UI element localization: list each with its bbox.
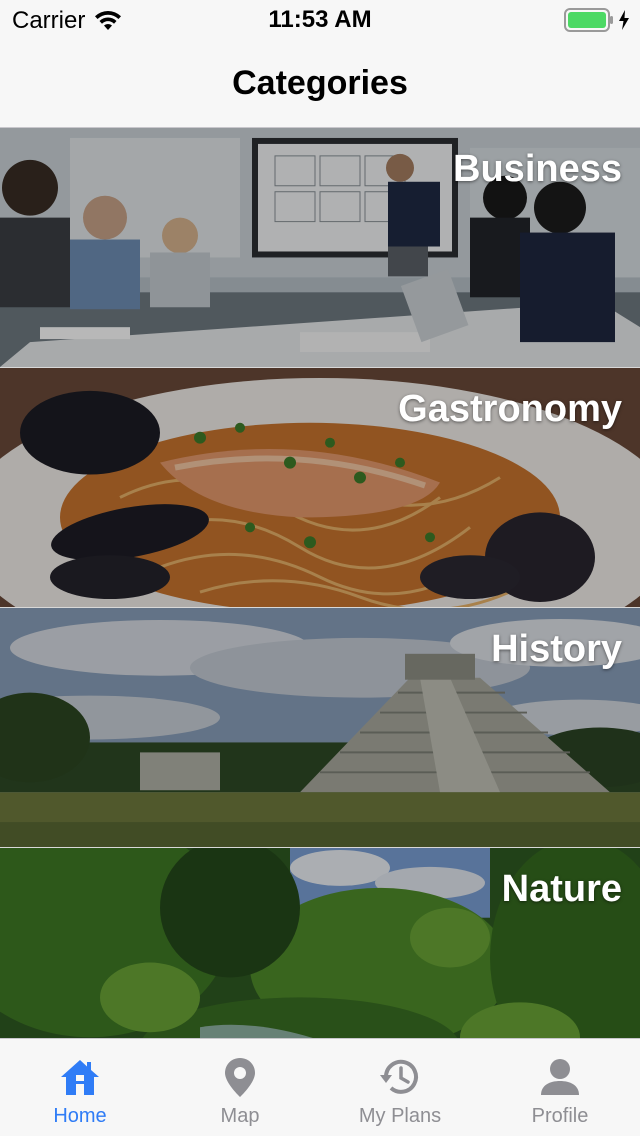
tab-label-map: Map (220, 1105, 260, 1127)
category-title-gastronomy: Gastronomy (398, 388, 622, 430)
category-title-business: Business (453, 148, 622, 190)
status-time: 11:53 AM (268, 6, 372, 33)
category-title-history: History (491, 628, 622, 670)
tab-home[interactable]: Home (0, 1039, 160, 1136)
page-title: Categories (232, 64, 408, 102)
tab-label-my-plans: My Plans (358, 1105, 442, 1127)
category-card-history[interactable]: History (0, 608, 640, 848)
category-title-nature: Nature (501, 868, 622, 910)
tab-label-home: Home (53, 1105, 107, 1127)
charging-bolt-icon (619, 10, 629, 30)
tab-map[interactable]: Map (160, 1039, 320, 1136)
map-pin-icon (225, 1058, 255, 1097)
category-card-gastronomy[interactable]: Gastronomy (0, 368, 640, 608)
tab-my-plans[interactable]: My Plans (320, 1039, 480, 1136)
tab-label-profile: Profile (531, 1105, 589, 1127)
history-icon (380, 1059, 418, 1094)
navigation-bar: Categories (0, 40, 640, 128)
tab-profile[interactable]: Profile (480, 1039, 640, 1136)
status-bar: Carrier 11:53 AM (0, 0, 640, 40)
tab-bar: Home Map My Plans Profile (0, 1038, 640, 1136)
profile-icon (541, 1059, 579, 1095)
battery-icon (564, 8, 613, 32)
home-icon (61, 1060, 99, 1095)
category-list: Business Gastronomy History Nature (0, 128, 640, 1038)
status-right (564, 8, 630, 32)
category-card-nature[interactable]: Nature (0, 848, 640, 1038)
category-card-business[interactable]: Business (0, 128, 640, 368)
